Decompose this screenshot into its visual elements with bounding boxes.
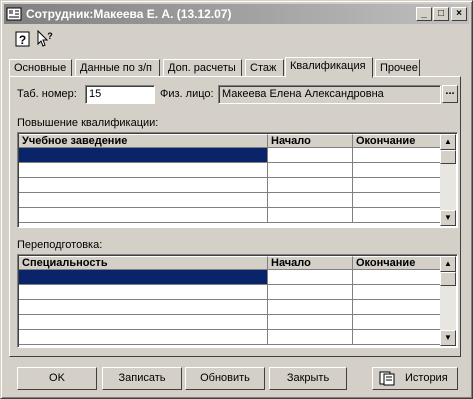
table-cell[interactable] (19, 300, 268, 314)
question-icon[interactable]: ? (13, 29, 33, 49)
close-window-button[interactable]: × (451, 7, 467, 21)
table-row[interactable] (19, 148, 441, 163)
scroll-thumb[interactable] (440, 150, 456, 164)
table-cell[interactable] (19, 285, 268, 299)
table-row[interactable] (19, 178, 441, 193)
refresh-button[interactable]: Обновить (185, 367, 265, 390)
table-row[interactable] (19, 285, 441, 300)
window-title: Сотрудник:Макеева Е. А. (13.12.07) (26, 7, 232, 21)
table-row[interactable] (19, 300, 441, 315)
table-row[interactable] (19, 315, 441, 330)
save-button[interactable]: Записать (102, 367, 182, 390)
arrow-question-icon[interactable]: ? (35, 29, 55, 49)
table-cell[interactable] (268, 285, 353, 299)
table-cell[interactable] (268, 300, 353, 314)
tab-number-label: Таб. номер: (17, 88, 77, 100)
column-header-institution[interactable]: Учебное заведение (19, 134, 268, 148)
person-field[interactable]: Макеева Елена Александровна (218, 85, 441, 104)
history-icon (379, 371, 395, 386)
table-row[interactable] (19, 270, 441, 285)
table-cell[interactable] (19, 315, 268, 329)
table-cell[interactable] (353, 300, 441, 314)
history-button[interactable]: История (372, 367, 458, 390)
retraining-table[interactable]: Специальность Начало Окончание ▲ ▼ (17, 254, 458, 348)
table-cell[interactable] (268, 193, 353, 207)
table-cell[interactable] (19, 208, 268, 222)
history-button-label: История (405, 372, 448, 384)
table-cell[interactable] (353, 148, 441, 162)
scroll-down-icon[interactable]: ▼ (440, 330, 456, 346)
column-header-end[interactable]: Окончание (353, 256, 441, 270)
minimize-button[interactable]: _ (416, 7, 432, 21)
column-header-start[interactable]: Начало (268, 256, 353, 270)
qualification-scrollbar[interactable]: ▲ ▼ (440, 134, 456, 226)
table-cell[interactable] (353, 330, 441, 344)
svg-text:?: ? (19, 33, 26, 47)
table-cell[interactable] (268, 208, 353, 222)
table-cell[interactable] (353, 193, 441, 207)
maximize-button[interactable]: □ (433, 7, 449, 21)
svg-text:?: ? (47, 31, 53, 41)
scroll-down-icon[interactable]: ▼ (440, 210, 456, 226)
table-cell[interactable] (268, 148, 353, 162)
table-cell[interactable] (19, 270, 268, 284)
close-button[interactable]: Закрыть (269, 367, 347, 390)
table-cell[interactable] (268, 163, 353, 177)
table-cell[interactable] (268, 178, 353, 192)
person-lookup-button[interactable]: ... (442, 85, 458, 103)
table-cell[interactable] (19, 178, 268, 192)
table-row[interactable] (19, 163, 441, 178)
tab-qualification[interactable]: Квалификация (285, 57, 373, 78)
employee-window: Сотрудник:Макеева Е. А. (13.12.07) _ □ ×… (0, 0, 473, 399)
table-cell[interactable] (268, 270, 353, 284)
tab-extra-calc[interactable]: Доп. расчеты (163, 59, 242, 77)
table-cell[interactable] (19, 148, 268, 162)
table-row[interactable] (19, 193, 441, 208)
tab-salary-data[interactable]: Данные по з/п (75, 59, 160, 77)
table-cell[interactable] (353, 270, 441, 284)
table-row[interactable] (19, 208, 441, 223)
retraining-scrollbar[interactable]: ▲ ▼ (440, 256, 456, 346)
table-cell[interactable] (268, 330, 353, 344)
ok-button[interactable]: OK (17, 367, 97, 390)
table-cell[interactable] (353, 208, 441, 222)
table-cell[interactable] (353, 285, 441, 299)
table-cell[interactable] (19, 163, 268, 177)
app-icon (6, 7, 22, 21)
tab-number-field[interactable]: 15 (85, 85, 155, 104)
table-cell[interactable] (353, 178, 441, 192)
table-cell[interactable] (353, 163, 441, 177)
tab-main[interactable]: Основные (9, 59, 72, 77)
table-cell[interactable] (353, 315, 441, 329)
scroll-thumb[interactable] (440, 272, 456, 286)
table-cell[interactable] (19, 193, 268, 207)
scroll-up-icon[interactable]: ▲ (440, 256, 456, 272)
qualification-table[interactable]: Учебное заведение Начало Окончание ▲ ▼ (17, 132, 458, 228)
retraining-section-label: Переподготовка: (17, 239, 103, 251)
table-row[interactable] (19, 330, 441, 345)
table-cell[interactable] (19, 330, 268, 344)
column-header-end[interactable]: Окончание (353, 134, 441, 148)
person-label: Физ. лицо: (160, 88, 214, 100)
tab-seniority[interactable]: Стаж (245, 59, 284, 77)
scroll-up-icon[interactable]: ▲ (440, 134, 456, 150)
tab-other[interactable]: Прочее (375, 59, 420, 77)
table-cell[interactable] (268, 315, 353, 329)
column-header-specialty[interactable]: Специальность (19, 256, 268, 270)
title-bar[interactable]: Сотрудник:Макеева Е. А. (13.12.07) _ □ × (4, 4, 469, 24)
column-header-start[interactable]: Начало (268, 134, 353, 148)
qualification-section-label: Повышение квалификации: (17, 117, 159, 129)
